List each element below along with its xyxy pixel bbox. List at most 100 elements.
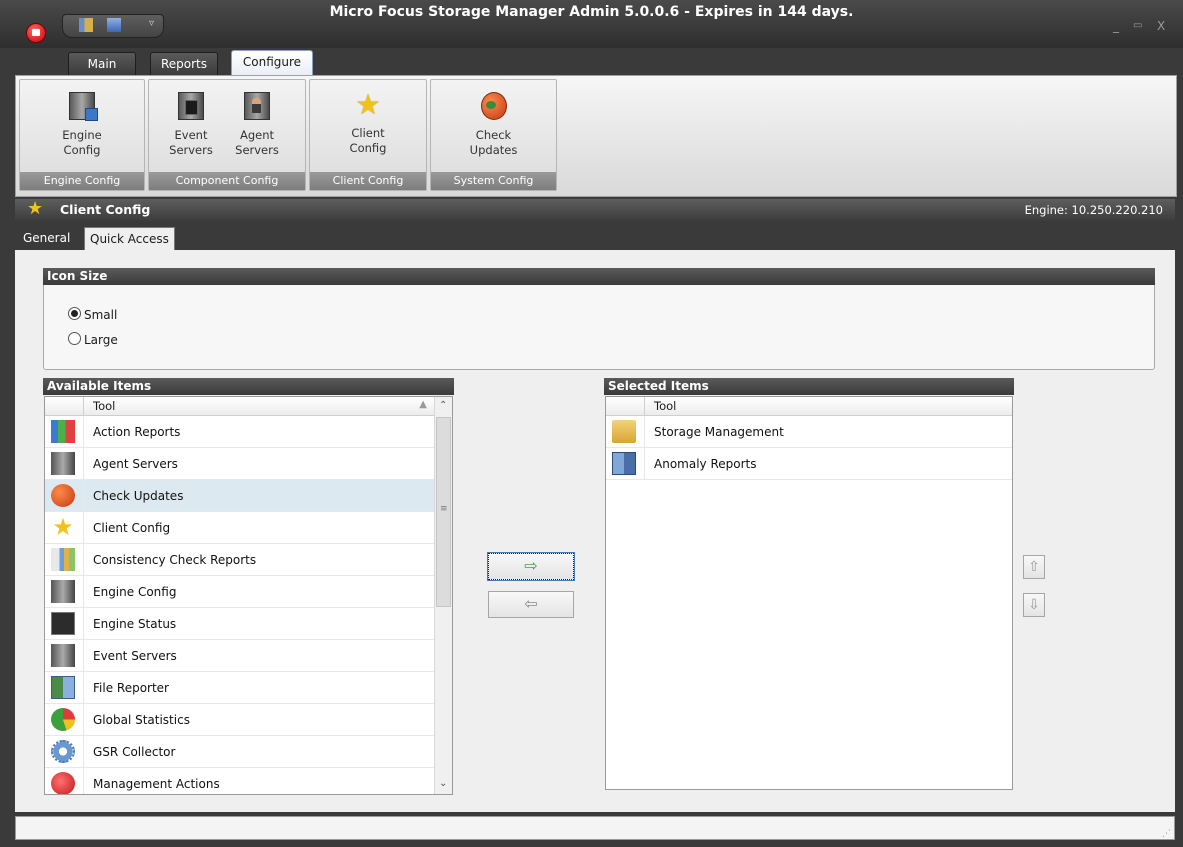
star-icon: ★ (355, 88, 381, 121)
qat-report-icon[interactable] (79, 18, 93, 32)
tool-column-label: Tool (654, 399, 677, 413)
event-servers-label-2: Servers (169, 143, 213, 157)
scroll-thumb[interactable]: ≡ (436, 417, 451, 607)
engine-status-icon (51, 612, 75, 635)
client-config-button[interactable]: ★ Client Config (310, 80, 426, 156)
list-item-label: Client Config (93, 521, 171, 535)
tab-general[interactable]: General (18, 227, 75, 249)
list-item[interactable]: Event Servers (45, 640, 435, 672)
tab-quick-access[interactable]: Quick Access (84, 227, 175, 250)
list-item-label: Storage Management (654, 425, 784, 439)
scroll-up-icon[interactable]: ⌃ (439, 400, 447, 411)
radio-small[interactable]: Small (68, 307, 117, 322)
list-item[interactable]: Check Updates (45, 480, 435, 512)
list-item[interactable]: File Reporter (45, 672, 435, 704)
radio-large[interactable]: Large (68, 332, 118, 347)
engine-address: Engine: 10.250.220.210 (1024, 203, 1163, 217)
available-items-heading: Available Items (43, 378, 454, 395)
engine-config-label-2: Config (63, 143, 101, 157)
scroll-down-icon[interactable]: ⌄ (439, 778, 447, 789)
list-item-label: Engine Status (93, 617, 177, 631)
tab-configure[interactable]: Configure (231, 50, 313, 77)
move-up-button[interactable]: ⇧ (1023, 555, 1045, 579)
icon-column (606, 397, 645, 415)
app-window: ▿ Micro Focus Storage Manager Admin 5.0.… (0, 0, 1183, 847)
arrow-right-icon: ⇨ (524, 556, 538, 575)
tab-main[interactable]: Main (68, 52, 136, 75)
check-updates-label-1: Check (475, 128, 512, 142)
anomaly-reports-icon (612, 452, 636, 475)
row-divider (83, 512, 84, 543)
group-label: System Config (431, 172, 556, 190)
row-divider (83, 640, 84, 671)
ribbon: Engine Config Engine Config Event Server… (15, 75, 1177, 197)
agent-servers-icon (51, 452, 75, 475)
group-system-config: Check Updates System Config (430, 79, 557, 191)
list-item[interactable]: GSR Collector (45, 736, 435, 768)
available-scrollbar[interactable]: ⌃ ≡ ⌄ (434, 397, 452, 794)
agent-servers-button[interactable]: Agent Servers (225, 80, 289, 158)
agent-servers-label-2: Servers (235, 143, 279, 157)
list-item[interactable]: Agent Servers (45, 448, 435, 480)
list-item[interactable]: Engine Config (45, 576, 435, 608)
agent-servers-label-1: Agent (239, 128, 275, 142)
list-item[interactable]: Anomaly Reports (606, 448, 1012, 480)
quick-access-panel: Icon Size Small Large Available Items To… (15, 250, 1175, 812)
close-button[interactable]: X (1157, 19, 1165, 33)
engine-config-button[interactable]: Engine Config (20, 80, 144, 158)
event-servers-icon (51, 644, 75, 667)
engine-config-label-1: Engine (62, 128, 102, 142)
client-config-label-1: Client (351, 126, 385, 140)
list-item[interactable]: Storage Management (606, 416, 1012, 448)
selected-items-list[interactable]: Tool Storage Management Anomaly Reports (605, 396, 1013, 790)
tool-column-label: Tool (93, 399, 116, 413)
client-config-star-icon: ★ (27, 198, 44, 219)
check-updates-button[interactable]: Check Updates (431, 80, 556, 158)
maximize-button[interactable]: ▭ (1133, 20, 1142, 31)
minimize-button[interactable]: _ (1113, 19, 1119, 33)
event-servers-icon (178, 92, 204, 120)
event-servers-button[interactable]: Event Servers (159, 80, 223, 158)
engine-config-icon (69, 92, 98, 121)
content-header: ★ Client Config Engine: 10.250.220.210 (15, 198, 1175, 221)
row-divider (644, 416, 645, 447)
subtab-bar: General Quick Access (15, 222, 1175, 250)
grip-icon: ≡ (440, 504, 448, 514)
selected-items-heading: Selected Items (604, 378, 1014, 395)
list-item-label: Agent Servers (93, 457, 178, 471)
add-item-button[interactable]: ⇨ (487, 552, 575, 581)
status-bar: ⋰ (15, 816, 1175, 840)
move-down-button[interactable]: ⇩ (1023, 593, 1045, 617)
group-component-config: Event Servers Agent Servers Component Co… (148, 79, 306, 191)
radio-small-dot[interactable] (68, 307, 81, 320)
client-config-label-2: Config (349, 141, 387, 155)
list-item[interactable]: ★ Client Config (45, 512, 435, 544)
title-bar: ▿ Micro Focus Storage Manager Admin 5.0.… (0, 0, 1183, 48)
row-divider (83, 416, 84, 447)
list-item-label: Engine Config (93, 585, 177, 599)
check-updates-icon (51, 484, 75, 507)
remove-item-button[interactable]: ⇦ (488, 591, 574, 618)
list-item[interactable]: Engine Status (45, 608, 435, 640)
icon-size-heading: Icon Size (43, 268, 1155, 285)
qat-server-icon[interactable] (107, 18, 121, 32)
group-engine-config: Engine Config Engine Config (19, 79, 145, 191)
list-item[interactable]: Global Statistics (45, 704, 435, 736)
list-item[interactable]: Action Reports (45, 416, 435, 448)
list-item-label: File Reporter (93, 681, 169, 695)
list-item[interactable]: Consistency Check Reports (45, 544, 435, 576)
tab-reports[interactable]: Reports (150, 52, 218, 75)
list-item[interactable]: Management Actions (45, 768, 435, 794)
global-statistics-icon (51, 708, 75, 731)
available-column-header[interactable]: Tool ▲ (45, 397, 435, 416)
agent-servers-icon (244, 92, 270, 120)
radio-large-label: Large (84, 333, 118, 347)
available-items-list[interactable]: Tool ▲ Action Reports Agent Servers Check … (44, 396, 453, 795)
resize-grip-icon[interactable]: ⋰ (1162, 829, 1171, 839)
group-client-config: ★ Client Config Client Config (309, 79, 427, 191)
selected-column-header[interactable]: Tool (606, 397, 1012, 416)
radio-large-dot[interactable] (68, 332, 81, 345)
app-menu-icon[interactable] (26, 23, 46, 43)
list-item-label: GSR Collector (93, 745, 176, 759)
event-servers-label-1: Event (174, 128, 208, 142)
